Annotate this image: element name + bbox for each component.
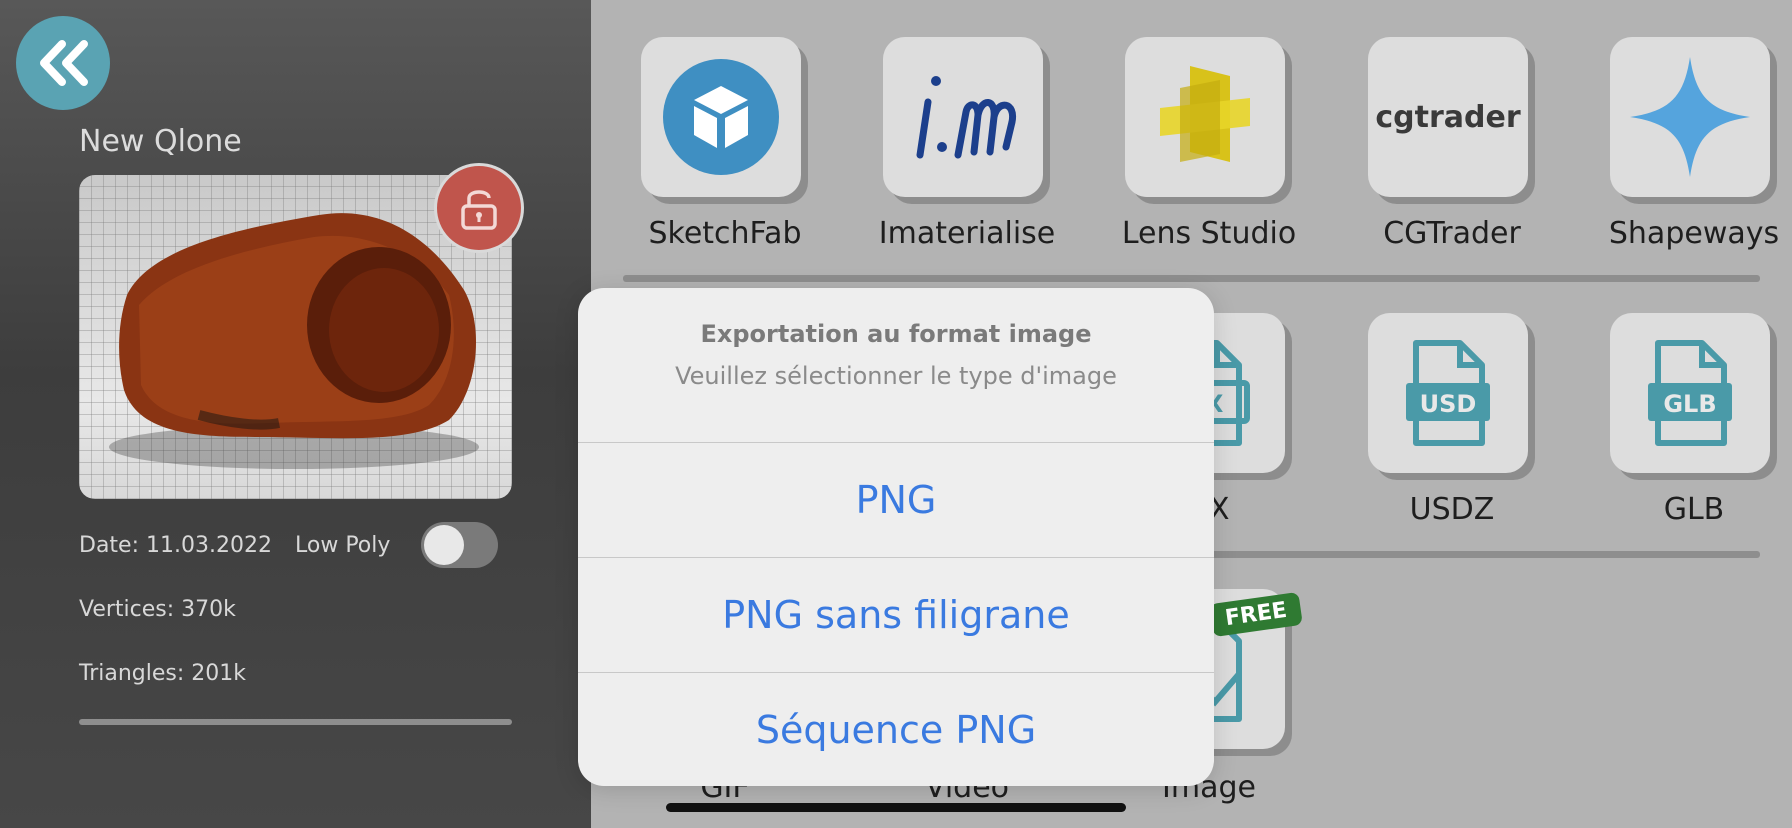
option-png-no-watermark[interactable]: PNG sans filigrane [578,558,1214,673]
imaterialise-label: Imaterialise [878,216,1056,251]
shapeways-tile[interactable] [1610,37,1770,197]
sketchfab-tile[interactable] [641,37,801,197]
usd-file-badge: USD [1420,390,1477,418]
usdz-label: USDZ [1409,492,1495,527]
row-divider-1 [623,275,1760,282]
lens-studio-tile[interactable] [1125,37,1285,197]
home-indicator[interactable] [666,803,1126,812]
action-sheet-message: Veuillez sélectionner le type d'image [675,362,1117,390]
cgtrader-tile[interactable]: cgtrader [1368,37,1528,197]
unlocked-padlock-icon [461,190,497,230]
action-sheet-title: Exportation au format image [700,320,1092,348]
glb-label: GLB [1663,492,1725,527]
model-info-panel: New Qlone Date: 11.03.2022 Low Poly Vert… [0,0,591,828]
panel-divider [79,719,512,725]
action-sheet-header: Exportation au format image Veuillez sél… [578,288,1214,443]
glb-tile[interactable]: GLB [1610,313,1770,473]
double-chevron-left-icon [40,40,88,86]
lens-studio-logo-icon [1160,66,1250,162]
lens-studio-label: Lens Studio [1121,216,1297,251]
usdz-tile[interactable]: USD [1368,313,1528,473]
low-poly-label: Low Poly [295,533,391,558]
glb-file-badge: GLB [1663,390,1716,418]
shapeways-label: Shapeways [1608,216,1780,251]
export-image-action-sheet: Exportation au format image Veuillez sél… [578,288,1214,786]
imaterialise-tile[interactable] [883,37,1043,197]
back-button[interactable] [16,16,110,110]
low-poly-toggle[interactable] [421,522,498,568]
unlock-button[interactable] [434,163,524,253]
triangles-count: Triangles: 201k [79,661,246,686]
cgtrader-logo-icon: cgtrader [1375,99,1521,135]
cgtrader-label: CGTrader [1383,216,1521,251]
option-png[interactable]: PNG [578,443,1214,558]
vertices-count: Vertices: 370k [79,597,236,622]
project-title: New Qlone [79,124,242,159]
toggle-knob [424,525,464,565]
scan-date: Date: 11.03.2022 [79,533,272,558]
file-usd-icon: USD [1406,340,1490,446]
sketchfab-cube-icon [663,59,779,175]
imaterialise-logo-icon [916,76,1017,159]
shapeways-star-icon [1630,57,1750,177]
option-png-sequence[interactable]: Séquence PNG [578,673,1214,786]
sketchfab-label: SketchFab [648,216,802,251]
file-glb-icon: GLB [1648,340,1732,446]
